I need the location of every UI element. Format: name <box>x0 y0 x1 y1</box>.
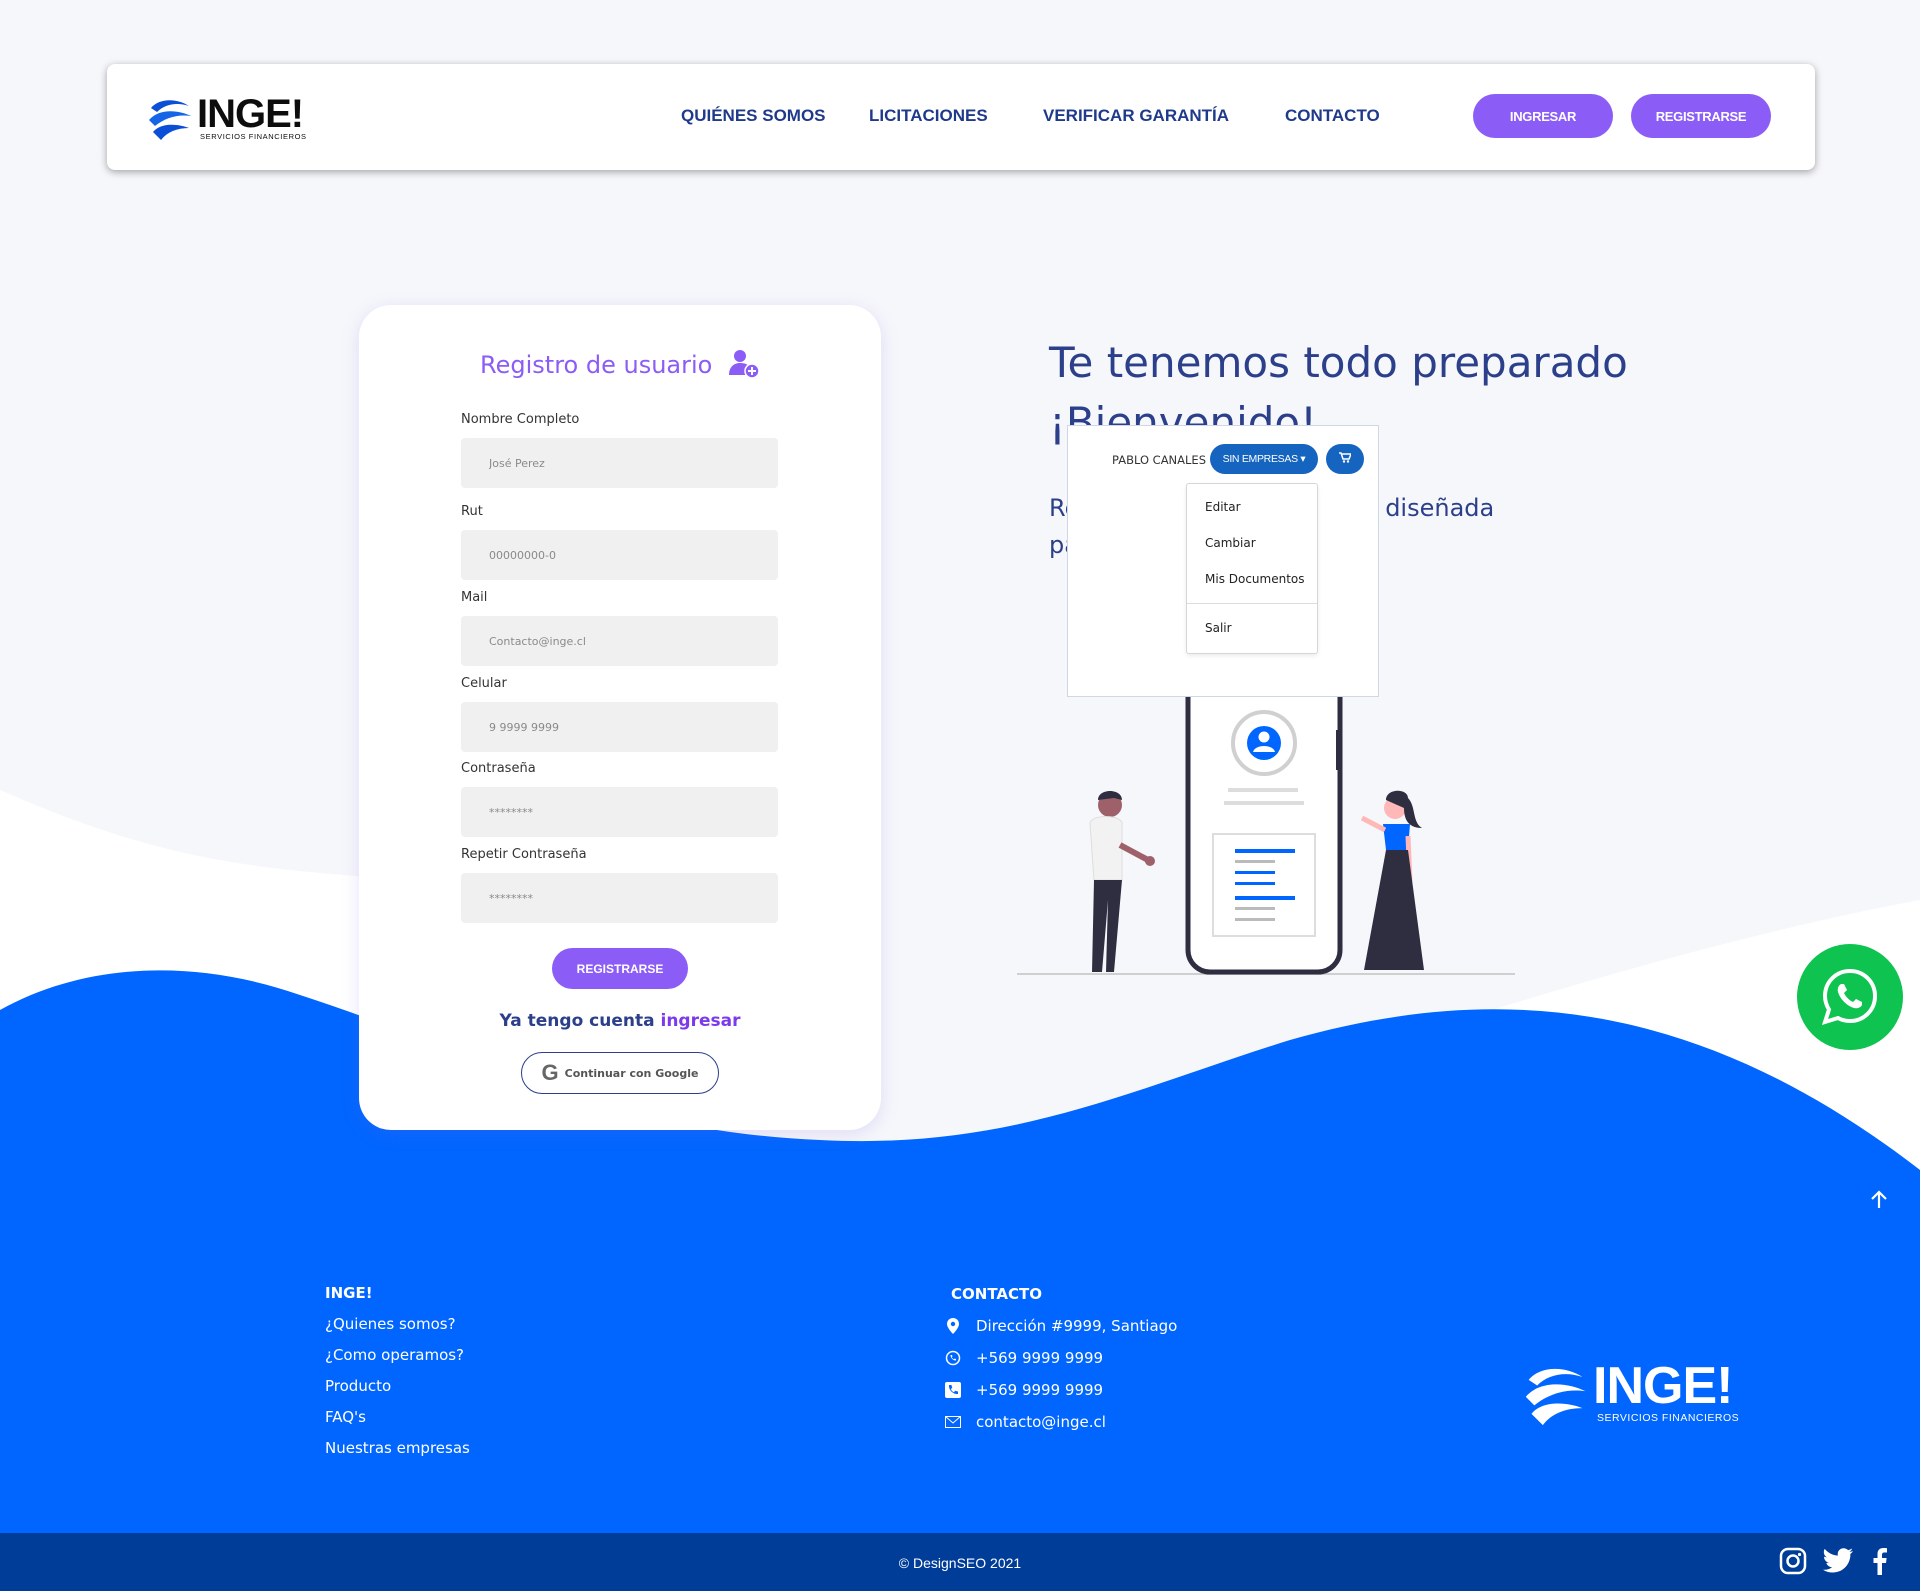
logo-wordmark: INGE! <box>197 92 304 136</box>
menu-item-cambiar[interactable]: Cambiar <box>1205 536 1256 550</box>
mail-input[interactable] <box>461 616 778 666</box>
label-full-name: Nombre Completo <box>461 412 580 427</box>
registration-card: Registro de usuario Nombre Completo Rut … <box>359 305 881 1130</box>
google-signin-label: Continuar con Google <box>564 1066 699 1080</box>
nav-licitaciones[interactable]: LICITACIONES <box>869 106 988 126</box>
mail-icon <box>942 1416 964 1428</box>
logo-waves-icon <box>149 100 191 140</box>
label-rut: Rut <box>461 504 483 519</box>
footer-logo-wordmark: INGE! <box>1593 1357 1733 1415</box>
company-dropdown-label: SIN EMPRESAS <box>1222 453 1298 465</box>
scroll-top-button[interactable] <box>1870 1190 1888 1214</box>
celular-input[interactable] <box>461 702 778 752</box>
footer-email-text: contacto@inge.cl <box>976 1413 1106 1431</box>
cart-button[interactable] <box>1326 444 1364 474</box>
copyright-text: © DesignSEO 2021 <box>898 1555 1022 1571</box>
nav-contacto[interactable]: CONTACTO <box>1285 106 1380 126</box>
footer-link-empresas[interactable]: Nuestras empresas <box>325 1439 470 1457</box>
hero-title-line1: Te tenemos todo preparado <box>1049 338 1628 387</box>
label-password: Contraseña <box>461 761 536 776</box>
google-icon: G <box>541 1060 559 1085</box>
rut-input[interactable] <box>461 530 778 580</box>
footer-link-faqs[interactable]: FAQ's <box>325 1408 366 1426</box>
label-celular: Celular <box>461 676 507 691</box>
google-signin-button[interactable]: G Continuar con Google <box>521 1052 719 1094</box>
footer-col-inge: INGE! ¿Quienes somos? ¿Como operamos? Pr… <box>325 1284 625 1464</box>
form-title: Registro de usuario <box>359 347 881 385</box>
form-title-text: Registro de usuario <box>480 351 713 379</box>
bottom-bar: © DesignSEO 2021 <box>0 1533 1920 1591</box>
menu-item-salir[interactable]: Salir <box>1205 621 1232 635</box>
map-pin-icon <box>942 1318 964 1334</box>
menu-item-editar[interactable]: Editar <box>1205 500 1241 514</box>
nav-quienes-somos[interactable]: QUIÉNES SOMOS <box>681 106 826 126</box>
menu-divider <box>1187 603 1317 604</box>
phone-icon <box>942 1382 964 1398</box>
arrow-up-icon <box>1871 1190 1887 1208</box>
login-link[interactable]: ingresar <box>661 1011 741 1031</box>
menu-item-mis-documentos[interactable]: Mis Documentos <box>1205 572 1305 586</box>
footer-phone-text: +569 9999 9999 <box>976 1381 1104 1399</box>
facebook-icon[interactable] <box>1872 1547 1888 1579</box>
footer-address-text: Dirección #9999, Santiago <box>976 1317 1178 1335</box>
user-dropdown-menu: Editar Cambiar Mis Documentos Salir <box>1186 483 1318 654</box>
footer-link-como[interactable]: ¿Como operamos? <box>325 1346 464 1364</box>
label-repeat-password: Repetir Contraseña <box>461 847 587 862</box>
register-button[interactable]: REGISTRARSE <box>1631 94 1771 138</box>
logo-waves-icon <box>1525 1368 1586 1426</box>
have-account-line: Ya tengo cuenta ingresar <box>359 1011 881 1031</box>
logo-tagline: SERVICIOS FINANCIEROS <box>200 132 307 141</box>
footer-link-quienes[interactable]: ¿Quienes somos? <box>325 1315 456 1333</box>
add-user-icon <box>728 347 760 385</box>
twitter-icon[interactable] <box>1822 1547 1854 1579</box>
user-menu-popup: PABLO CANALES SIN EMPRESAS ▾ Editar Camb… <box>1067 425 1379 697</box>
footer-col1-title: INGE! <box>325 1284 373 1302</box>
footer-whatsapp-text: +569 9999 9999 <box>976 1349 1104 1367</box>
whatsapp-button[interactable] <box>1797 944 1903 1050</box>
caret-down-icon: ▾ <box>1300 453 1306 465</box>
cart-icon <box>1339 452 1353 466</box>
repeat-password-input[interactable] <box>461 873 778 923</box>
footer-brand-logo: INGE! SERVICIOS FINANCIEROS <box>1523 1357 1748 1430</box>
footer-col-contacto: CONTACTO Dirección #9999, Santiago +569 … <box>942 1285 1242 1435</box>
instagram-icon[interactable] <box>1779 1547 1807 1579</box>
footer-whatsapp[interactable]: +569 9999 9999 <box>942 1349 1103 1367</box>
top-header: INGE! SERVICIOS FINANCIEROS QUIÉNES SOMO… <box>107 64 1815 170</box>
full-name-input[interactable] <box>461 438 778 488</box>
whatsapp-small-icon <box>942 1350 964 1366</box>
password-input[interactable] <box>461 787 778 837</box>
footer-link-producto[interactable]: Producto <box>325 1377 391 1395</box>
footer-phone[interactable]: +569 9999 9999 <box>942 1381 1103 1399</box>
login-button[interactable]: INGRESAR <box>1473 94 1613 138</box>
footer-col2-title: CONTACTO <box>951 1285 1042 1303</box>
footer-email[interactable]: contacto@inge.cl <box>942 1413 1106 1431</box>
submit-register-button[interactable]: REGISTRARSE <box>552 948 688 989</box>
nav-verificar-garantia[interactable]: VERIFICAR GARANTÍA <box>1043 106 1229 126</box>
have-account-text: Ya tengo cuenta <box>499 1011 655 1031</box>
brand-logo[interactable]: INGE! SERVICIOS FINANCIEROS <box>147 90 317 146</box>
label-mail: Mail <box>461 590 488 605</box>
company-dropdown-button[interactable]: SIN EMPRESAS ▾ <box>1210 444 1318 474</box>
whatsapp-icon <box>1821 968 1878 1026</box>
user-name: PABLO CANALES <box>1112 453 1206 467</box>
footer-address: Dirección #9999, Santiago <box>942 1317 1177 1335</box>
footer-logo-tagline: SERVICIOS FINANCIEROS <box>1597 1412 1740 1424</box>
